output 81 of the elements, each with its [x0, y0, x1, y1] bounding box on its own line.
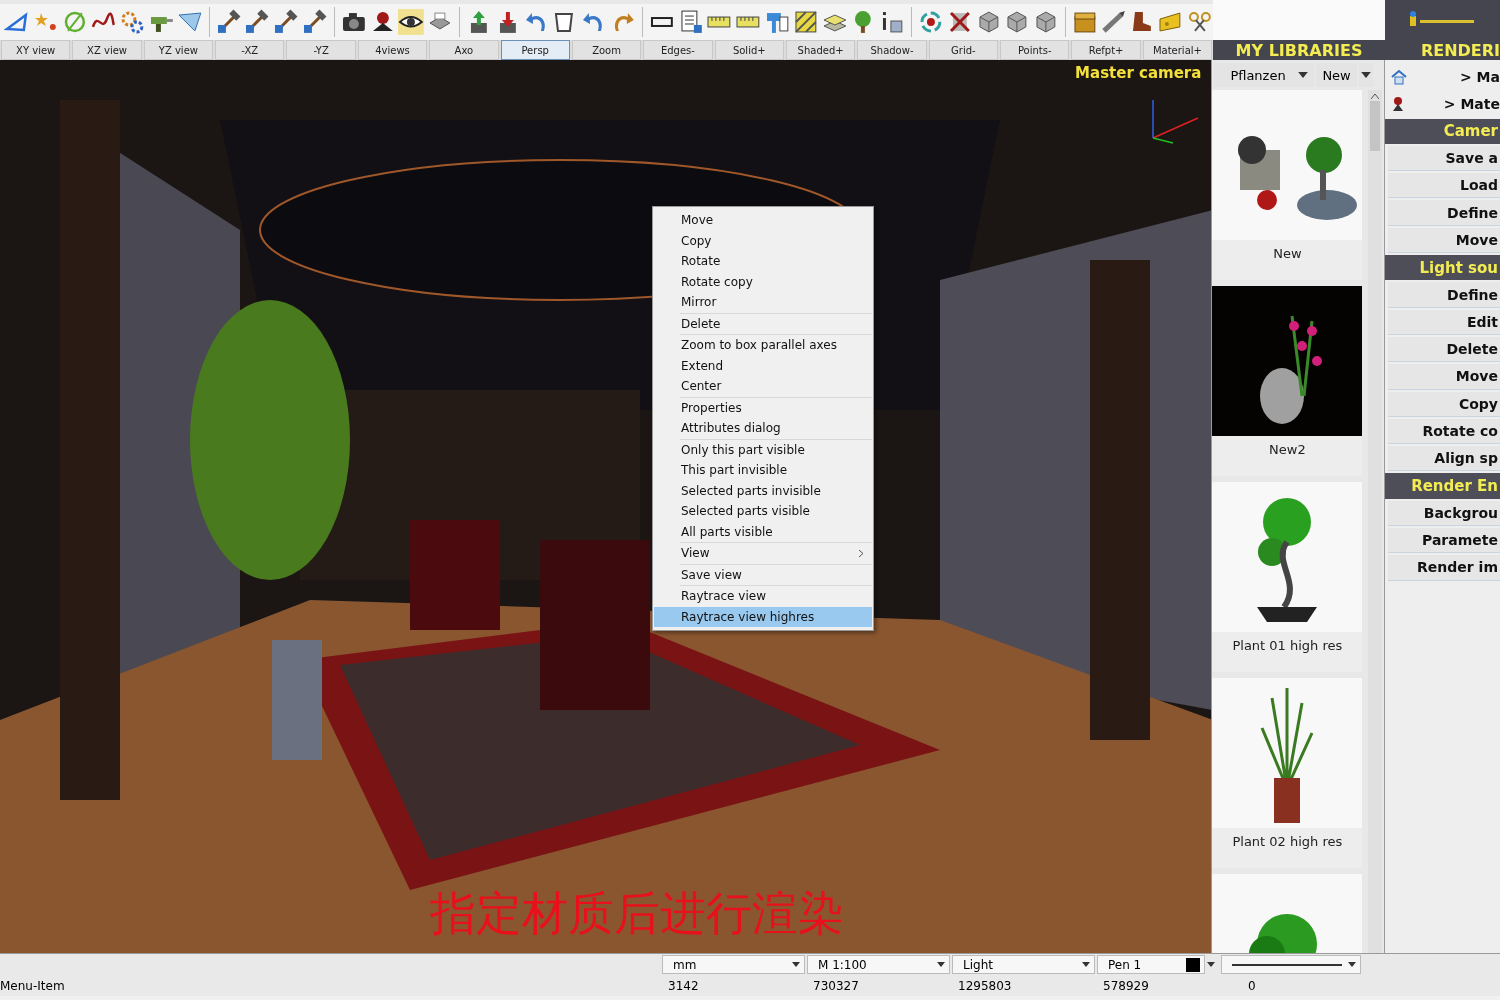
home-icon[interactable]: [1391, 68, 1408, 85]
view-button[interactable]: Axo: [429, 40, 499, 60]
coordinate-readout: 0: [1247, 978, 1257, 993]
panel-button[interactable]: Save a: [1388, 145, 1500, 172]
brush-icon[interactable]: [1100, 9, 1127, 35]
dropdown-button[interactable]: [1358, 63, 1373, 87]
panel-button[interactable]: Rotate co: [1388, 418, 1500, 445]
status-select[interactable]: Pen 1: [1097, 955, 1205, 974]
section-header: Camer: [1385, 118, 1500, 144]
swatch-icon: [1186, 957, 1200, 972]
hammer-icon[interactable]: [244, 9, 271, 35]
caret-icon: [1298, 72, 1309, 78]
category-select[interactable]: Pflanzen: [1214, 63, 1315, 87]
view-button[interactable]: Refpt+: [1071, 40, 1141, 60]
library-item[interactable]: New: [1212, 90, 1363, 280]
panel-button[interactable]: Define: [1388, 200, 1500, 226]
coordinate-readout: 578929: [1102, 978, 1150, 993]
view-button[interactable]: Shaded+: [785, 40, 856, 60]
item-label: Plant 02 high res: [1232, 834, 1343, 849]
panel-link[interactable]: > Mate: [1443, 95, 1500, 112]
panel-link[interactable]: > Ma: [1460, 68, 1500, 85]
hammer-icon[interactable]: [273, 9, 299, 35]
view-button[interactable]: YZ view: [143, 40, 214, 60]
view-button[interactable]: 4views: [357, 40, 428, 60]
coordinate-readout: 730327: [812, 978, 860, 993]
section-header: Light sou: [1385, 255, 1500, 281]
panel-title: MY LIBRARIES: [1234, 40, 1364, 60]
panel-title: RENDERI: [1419, 40, 1500, 60]
library-item[interactable]: Plant 02 high res: [1212, 678, 1363, 868]
status-select[interactable]: Light: [952, 955, 1095, 974]
status-select[interactable]: mm: [662, 955, 805, 974]
line-style-select[interactable]: [1221, 955, 1361, 974]
hatch-icon[interactable]: [792, 9, 819, 35]
caret-icon: [1371, 94, 1380, 99]
chest-icon[interactable]: [1071, 9, 1098, 35]
new-button[interactable]: New: [1316, 63, 1357, 87]
view-button[interactable]: -YZ: [286, 40, 356, 60]
view-button[interactable]: Persp: [500, 40, 570, 60]
view-button[interactable]: Points-: [1000, 40, 1070, 60]
caret-icon: [1360, 72, 1371, 78]
view-button[interactable]: Zoom: [571, 40, 642, 60]
panel-button[interactable]: Copy: [1388, 391, 1500, 417]
caret-icon: [937, 962, 945, 967]
eye-icon[interactable]: [398, 9, 425, 35]
scroll-thumb[interactable]: [1370, 101, 1381, 151]
gear-icon[interactable]: [119, 9, 145, 35]
panel-button[interactable]: Render im: [1388, 555, 1500, 581]
caret-icon: [792, 962, 800, 967]
panel-button[interactable]: Edit: [1388, 309, 1500, 335]
coordinate-readout: 1295803: [957, 978, 1013, 993]
library-item[interactable]: New2: [1212, 286, 1363, 476]
item-label: Plant 01 high res: [1232, 638, 1343, 653]
view-button[interactable]: XY view: [1, 40, 71, 60]
coordinate-readout: 3142: [667, 978, 700, 993]
status-message: Menu-Item: [0, 978, 66, 993]
view-button[interactable]: Material+: [1142, 40, 1213, 60]
view-button[interactable]: Shadow-: [857, 40, 927, 60]
caret-icon: [1348, 962, 1356, 967]
library-item[interactable]: Plant 01 high res: [1212, 482, 1363, 672]
scrollbar[interactable]: [1368, 90, 1383, 953]
status-select[interactable]: M 1:100: [807, 955, 950, 974]
panel-button[interactable]: Load: [1388, 173, 1500, 199]
view-button[interactable]: -XZ: [215, 40, 285, 60]
panel-button[interactable]: Move: [1388, 364, 1500, 390]
hammer-icon[interactable]: [215, 9, 242, 35]
view-button[interactable]: XZ view: [72, 40, 142, 60]
caret-icon: [1207, 962, 1215, 967]
panel-button[interactable]: Delete: [1388, 336, 1500, 363]
panel-button[interactable]: Paramete: [1388, 528, 1500, 554]
view-button[interactable]: Edges-: [643, 40, 713, 60]
panel-button[interactable]: Define: [1388, 282, 1500, 308]
view-button[interactable]: Grid-: [928, 40, 999, 60]
item-label: New2: [1269, 442, 1306, 457]
caret-icon: [1082, 962, 1090, 967]
panel-button[interactable]: Backgrou: [1388, 500, 1500, 527]
panel-button[interactable]: Move: [1388, 227, 1500, 254]
item-label: New: [1273, 246, 1302, 261]
hammer-icon[interactable]: [301, 9, 328, 35]
panel-button[interactable]: Align sp: [1388, 446, 1500, 472]
section-header: Render En: [1385, 473, 1500, 499]
view-button[interactable]: Solid+: [714, 40, 784, 60]
